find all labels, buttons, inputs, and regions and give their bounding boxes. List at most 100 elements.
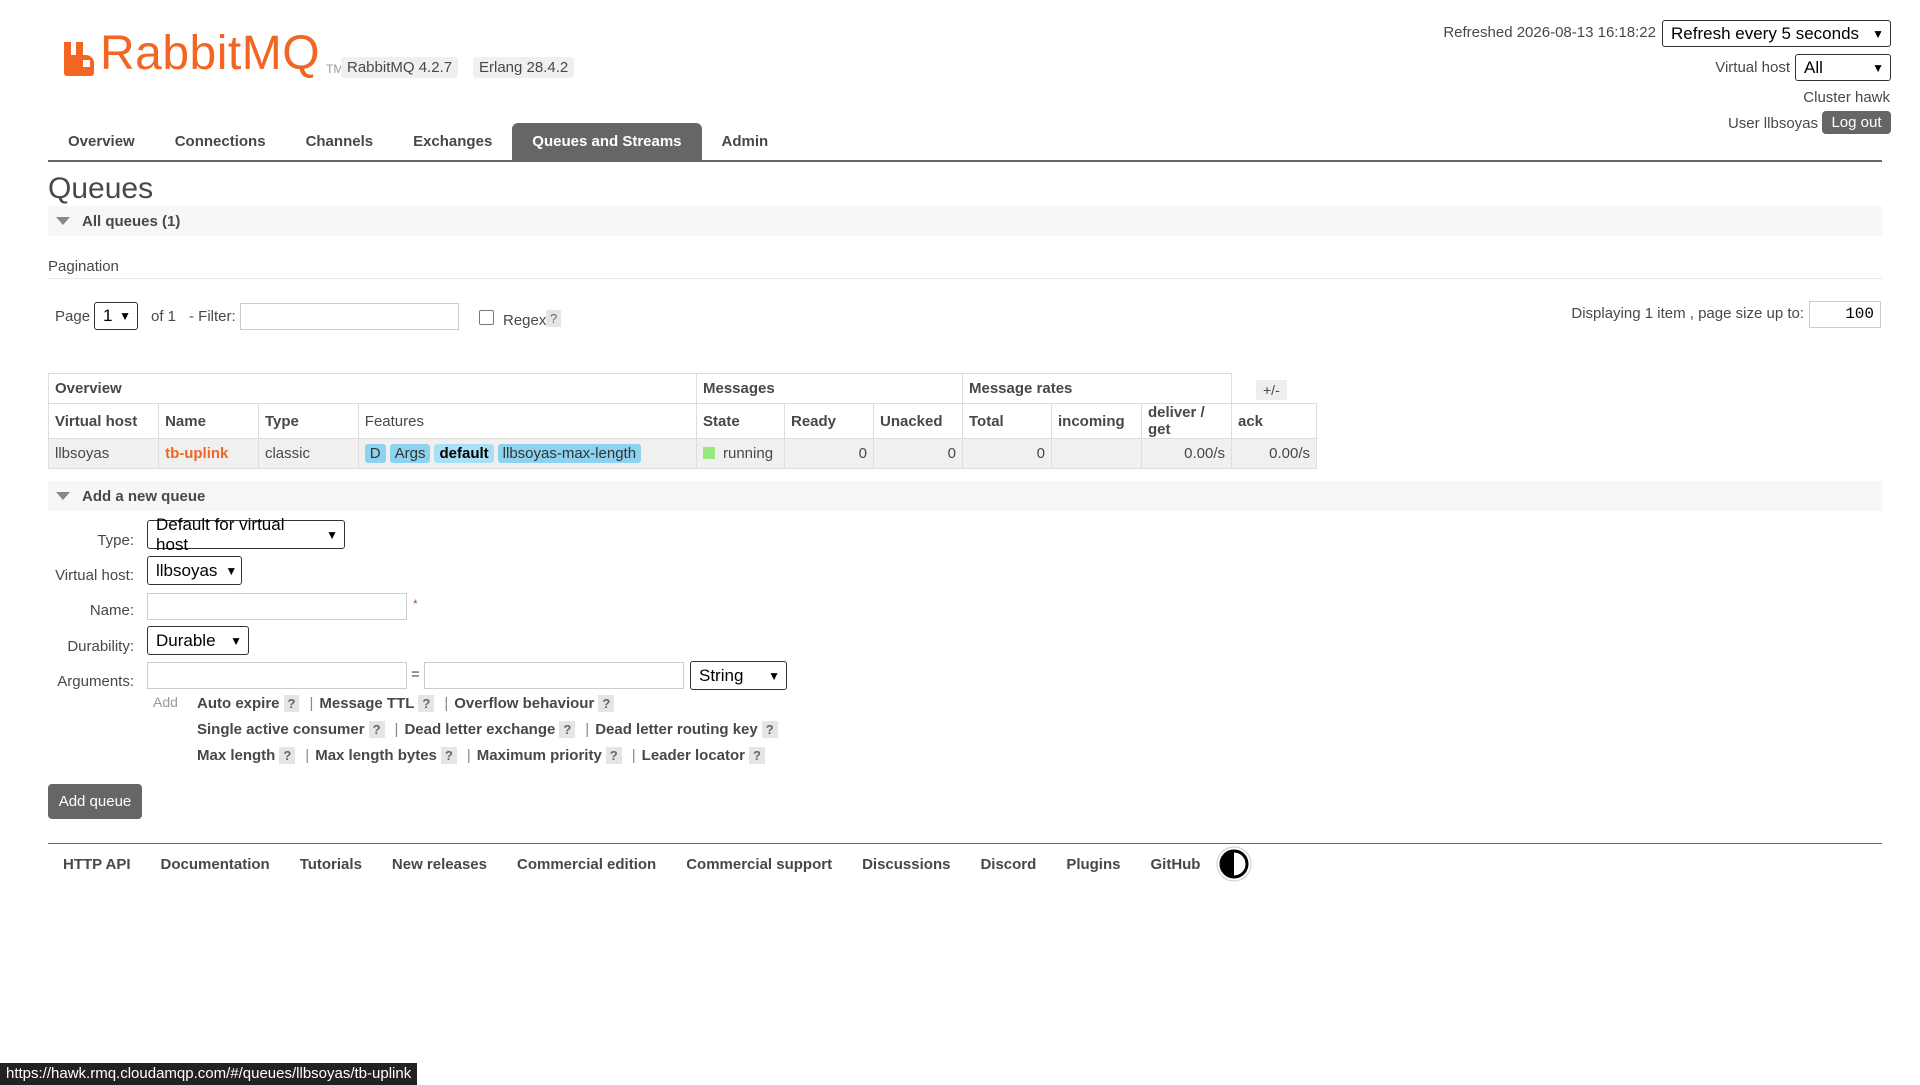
arg-maximum-priority-link[interactable]: Maximum priority (477, 747, 602, 764)
col-total[interactable]: Total (962, 403, 1052, 439)
help-icon[interactable]: ? (440, 746, 457, 764)
tab-admin[interactable]: Admin (702, 123, 789, 161)
regex-help-icon[interactable]: ? (546, 310, 562, 327)
tab-queues-and-streams[interactable]: Queues and Streams (512, 123, 702, 161)
feature-policy-badge[interactable]: llbsoyas-max-length (497, 444, 642, 463)
queues-table: Overview Messages Message rates Virtual … (47, 373, 1317, 469)
footer-link-new-releases[interactable]: New releases (392, 856, 487, 873)
durability-select[interactable]: Durable ▼ (147, 626, 249, 655)
virtual-host-select[interactable]: All ▼ (1795, 54, 1891, 81)
queue-vhost-label: Virtual host: (55, 567, 134, 584)
separator: | (444, 694, 449, 712)
row-type: classic (257, 438, 359, 469)
chevron-down-icon: ▼ (1872, 60, 1884, 75)
displaying-count: Displaying 1 item , page size up to: (1571, 305, 1804, 322)
arg-dead-letter-exchange-link[interactable]: Dead letter exchange (404, 721, 555, 738)
help-icon[interactable]: ? (598, 694, 615, 712)
footer-link-tutorials[interactable]: Tutorials (300, 856, 362, 873)
col-name[interactable]: Name (158, 403, 259, 439)
add-queue-button[interactable]: Add queue (48, 784, 142, 819)
regex-label: Regex (503, 312, 547, 329)
argument-key-input[interactable] (147, 662, 407, 689)
argument-shortcuts-row-2: Single active consumer? | Dead letter exc… (197, 718, 782, 740)
arg-max-length-link[interactable]: Max length (197, 747, 275, 764)
col-ready[interactable]: Ready (784, 403, 874, 439)
footer-link-discord[interactable]: Discord (980, 856, 1036, 873)
footer-link-commercial-support[interactable]: Commercial support (686, 856, 832, 873)
refresh-interval-select[interactable]: Refresh every 5 seconds ▼ (1662, 20, 1891, 47)
col-ack[interactable]: ack (1231, 403, 1317, 439)
col-incoming[interactable]: incoming (1051, 403, 1142, 439)
help-icon[interactable]: ? (368, 720, 385, 738)
arg-single-active-consumer-link[interactable]: Single active consumer (197, 721, 365, 738)
help-icon[interactable]: ? (559, 720, 576, 738)
col-virtual-host[interactable]: Virtual host (47, 403, 160, 439)
separator: | (466, 746, 471, 764)
help-icon[interactable]: ? (605, 746, 622, 764)
row-name[interactable]: tb-uplink (158, 438, 259, 469)
row-incoming (1051, 438, 1142, 469)
tab-connections[interactable]: Connections (155, 123, 286, 161)
chevron-down-icon: ▼ (326, 527, 338, 542)
add-queue-section-header[interactable]: Add a new queue (48, 481, 1882, 511)
regex-checkbox[interactable] (479, 310, 494, 325)
feature-policy-default-badge[interactable]: default (434, 444, 494, 463)
chevron-down-icon: ▼ (119, 309, 131, 323)
durability-value: Durable (156, 630, 216, 650)
footer-link-discussions[interactable]: Discussions (862, 856, 950, 873)
footer-link-http-api[interactable]: HTTP API (63, 856, 131, 873)
help-icon[interactable]: ? (749, 746, 765, 764)
row-ack: 0.00/s (1231, 438, 1317, 469)
col-type[interactable]: Type (257, 403, 359, 439)
page-size-input[interactable]: 100 (1809, 301, 1881, 328)
separator: | (585, 720, 590, 738)
row-vhost: llbsoyas (47, 438, 160, 469)
arg-auto-expire-link[interactable]: Auto expire (197, 695, 280, 712)
queue-type-value: Default for virtual host (156, 514, 285, 554)
help-icon[interactable]: ? (418, 694, 435, 712)
arg-max-length-bytes-link[interactable]: Max length bytes (315, 747, 437, 764)
arg-dead-letter-routing-key-link[interactable]: Dead letter routing key (595, 721, 758, 738)
col-features: Features (357, 403, 698, 439)
add-argument-label: Add (153, 694, 178, 710)
state-text: running (723, 445, 774, 462)
name-label: Name: (89, 602, 134, 619)
filter-label: - Filter: (189, 308, 236, 325)
table-row[interactable]: llbsoyas tb-uplink classic D Args default l… (47, 438, 1317, 469)
footer-link-commercial-edition[interactable]: Commercial edition (517, 856, 656, 873)
argument-value-input[interactable] (424, 662, 684, 689)
pagination-divider (48, 278, 1882, 279)
tab-channels[interactable]: Channels (286, 123, 394, 161)
row-deliver-get: 0.00/s (1141, 438, 1232, 469)
column-options-button[interactable]: +/- (1256, 380, 1287, 400)
col-state[interactable]: State (696, 403, 785, 439)
add-queue-title: Add a new queue (82, 487, 206, 505)
arg-leader-locator-link[interactable]: Leader locator (642, 747, 745, 764)
tab-overview[interactable]: Overview (48, 123, 155, 161)
filter-input[interactable] (240, 303, 459, 330)
footer-link-github[interactable]: GitHub (1150, 856, 1200, 873)
argument-type-value: String (699, 665, 744, 685)
col-unacked[interactable]: Unacked (873, 403, 963, 439)
logout-button[interactable]: Log out (1822, 111, 1891, 134)
rabbitmq-logo[interactable]: RabbitMQ TM (62, 30, 343, 78)
all-queues-section-header[interactable]: All queues (1) (48, 206, 1882, 236)
queue-name-link[interactable]: tb-uplink (165, 445, 228, 462)
argument-type-select[interactable]: String ▼ (690, 661, 787, 690)
feature-args-badge: Args (389, 444, 431, 463)
queue-name-input[interactable] (147, 593, 407, 620)
page-select[interactable]: 1 ▼ (94, 302, 138, 330)
pagination-label: Pagination (48, 258, 119, 275)
arg-overflow-behaviour-link[interactable]: Overflow behaviour (454, 695, 594, 712)
theme-toggle-icon[interactable] (1216, 846, 1252, 882)
queue-vhost-select[interactable]: llbsoyas ▼ (147, 556, 242, 585)
arg-message-ttl-link[interactable]: Message TTL (319, 695, 414, 712)
footer-link-plugins[interactable]: Plugins (1066, 856, 1120, 873)
footer-link-documentation[interactable]: Documentation (161, 856, 270, 873)
queue-type-select[interactable]: Default for virtual host ▼ (147, 515, 345, 554)
col-deliver-get[interactable]: deliver / get (1141, 403, 1232, 439)
help-icon[interactable]: ? (279, 746, 296, 764)
tab-exchanges[interactable]: Exchanges (393, 123, 512, 161)
help-icon[interactable]: ? (283, 694, 300, 712)
help-icon[interactable]: ? (761, 720, 778, 738)
